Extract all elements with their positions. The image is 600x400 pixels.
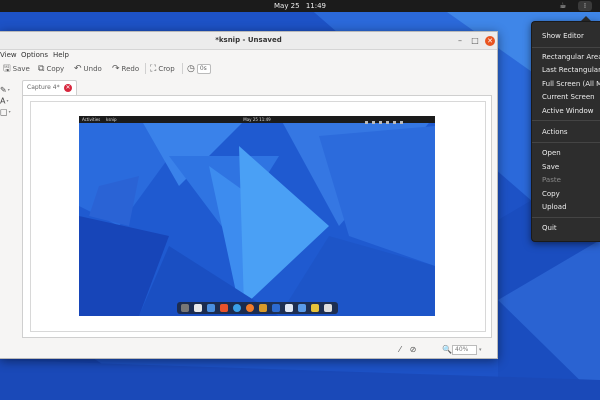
menu-full-screen[interactable]: Full Screen (All Monitors) [532,78,600,90]
close-tab-icon[interactable]: ✕ [64,84,72,92]
rectangle-icon: □ [0,107,8,117]
firefox-icon [246,304,254,312]
crop-icon: ⛶ [150,63,157,74]
zoom-input[interactable]: 40% [452,345,477,355]
no-shadow-icon[interactable]: ⊘ [408,345,418,355]
screenshot-icon [207,304,215,312]
menu-show-editor[interactable]: Show Editor [532,30,600,42]
copy-label: Copy [46,64,65,73]
captured-dock [177,302,338,314]
close-icon[interactable]: ✕ [485,36,495,46]
toolbar-divider [182,63,183,74]
redo-icon: ↷ [112,63,120,74]
apps-grid-icon [181,304,189,312]
captured-top-bar: Activities ksnip May 25 11:49 [79,116,435,124]
menu-help[interactable]: Help [53,51,69,60]
save-button[interactable]: 🖫 Save [3,62,30,75]
menu-upload[interactable]: Upload [532,201,600,213]
menu-current-screen[interactable]: Current Screen [532,91,600,103]
menu-save[interactable]: Save [532,161,600,173]
menu-separator [532,142,600,143]
minimize-icon[interactable]: – [455,36,465,46]
save-icon: 🖫 [3,63,11,74]
copy-icon: ⧉ [38,63,45,74]
toolbar: 🖫 Save ⧉ Copy ↶ Undo ↷ Redo ⛶ Crop ◷ 0s [0,61,497,76]
menu-separator [532,217,600,218]
save-label: Save [12,64,30,73]
date-time[interactable]: May 25 11:49 [0,1,600,11]
editor-icon [285,304,293,312]
crop-label: Crop [158,64,175,73]
chevron-down-icon: ▾ [7,87,10,92]
ksnip-tray-icon[interactable]: ⁞ [578,1,592,11]
menu-quit[interactable]: Quit [532,222,600,234]
menu-actions[interactable]: Actions [532,126,600,138]
pen-tool[interactable]: ✎▾ [0,85,10,95]
maximize-icon[interactable]: □ [470,36,480,46]
menu-view[interactable]: View [0,51,17,60]
files-icon [194,304,202,312]
menu-rectangular-area[interactable]: Rectangular Area [532,51,600,63]
text-tool[interactable]: A▾ [0,96,9,106]
captured-wallpaper [79,116,435,316]
app-icon [259,304,267,312]
delay-spinbox[interactable]: 0s [196,63,211,74]
delay-control[interactable]: ◷ 0s [187,62,211,75]
toolbar-divider [145,63,146,74]
redo-label: Redo [121,64,140,73]
captured-tray [365,118,425,124]
trash-icon [324,304,332,312]
settings-icon [233,304,241,312]
window-title: *ksnip - Unsaved [215,36,282,44]
undo-label: Undo [83,64,102,73]
chevron-down-icon: ▾ [6,98,9,103]
pen-icon: ✎ [0,85,7,95]
undo-icon: ↶ [74,63,82,74]
menu-options[interactable]: Options [21,51,48,60]
zoom-icon: 🔍 [442,345,452,354]
menu-paste: Paste [542,176,561,184]
store-icon [272,304,280,312]
date-label: May 25 [273,2,300,10]
copy-button[interactable]: ⧉ Copy [38,62,64,75]
browser-icon [220,304,228,312]
tab-label: Capture 4* [27,84,60,91]
tray-context-menu: Show Editor Rectangular Area Last Rectan… [531,21,600,242]
crop-button[interactable]: ⛶ Crop [150,62,175,75]
top-bar: May 25 11:49 ☕ ⁞ [0,0,600,12]
shape-tool[interactable]: □▾ [0,107,11,117]
captured-screenshot[interactable]: Activities ksnip May 25 11:49 [79,116,435,316]
clock-icon: ◷ [187,63,195,74]
status-bar: ⁄ ⊘ 🔍 40% ▾ [0,342,497,358]
menu-separator [532,120,600,121]
redo-button[interactable]: ↷ Redo [112,62,139,75]
text-icon: A [0,96,6,106]
chevron-down-icon: ▾ [8,109,11,114]
tool-icon [311,304,319,312]
undo-button[interactable]: ↶ Undo [74,62,102,75]
tab-capture[interactable]: Capture 4* ✕ [22,80,77,95]
menu-open[interactable]: Open [532,147,600,159]
time-label: 11:49 [305,2,327,10]
title-bar[interactable]: *ksnip - Unsaved – □ ✕ [0,32,497,50]
menu-active-window[interactable]: Active Window [532,105,600,117]
ksnip-icon [298,304,306,312]
menu-separator [532,47,600,48]
menu-copy[interactable]: Copy [532,188,600,200]
menu-last-rectangular-area[interactable]: Last Rectangular Area [532,64,600,76]
chevron-down-icon[interactable]: ▾ [479,345,482,355]
pipette-icon[interactable]: ⁄ [395,345,405,355]
coffee-cup-icon[interactable]: ☕ [558,1,568,11]
